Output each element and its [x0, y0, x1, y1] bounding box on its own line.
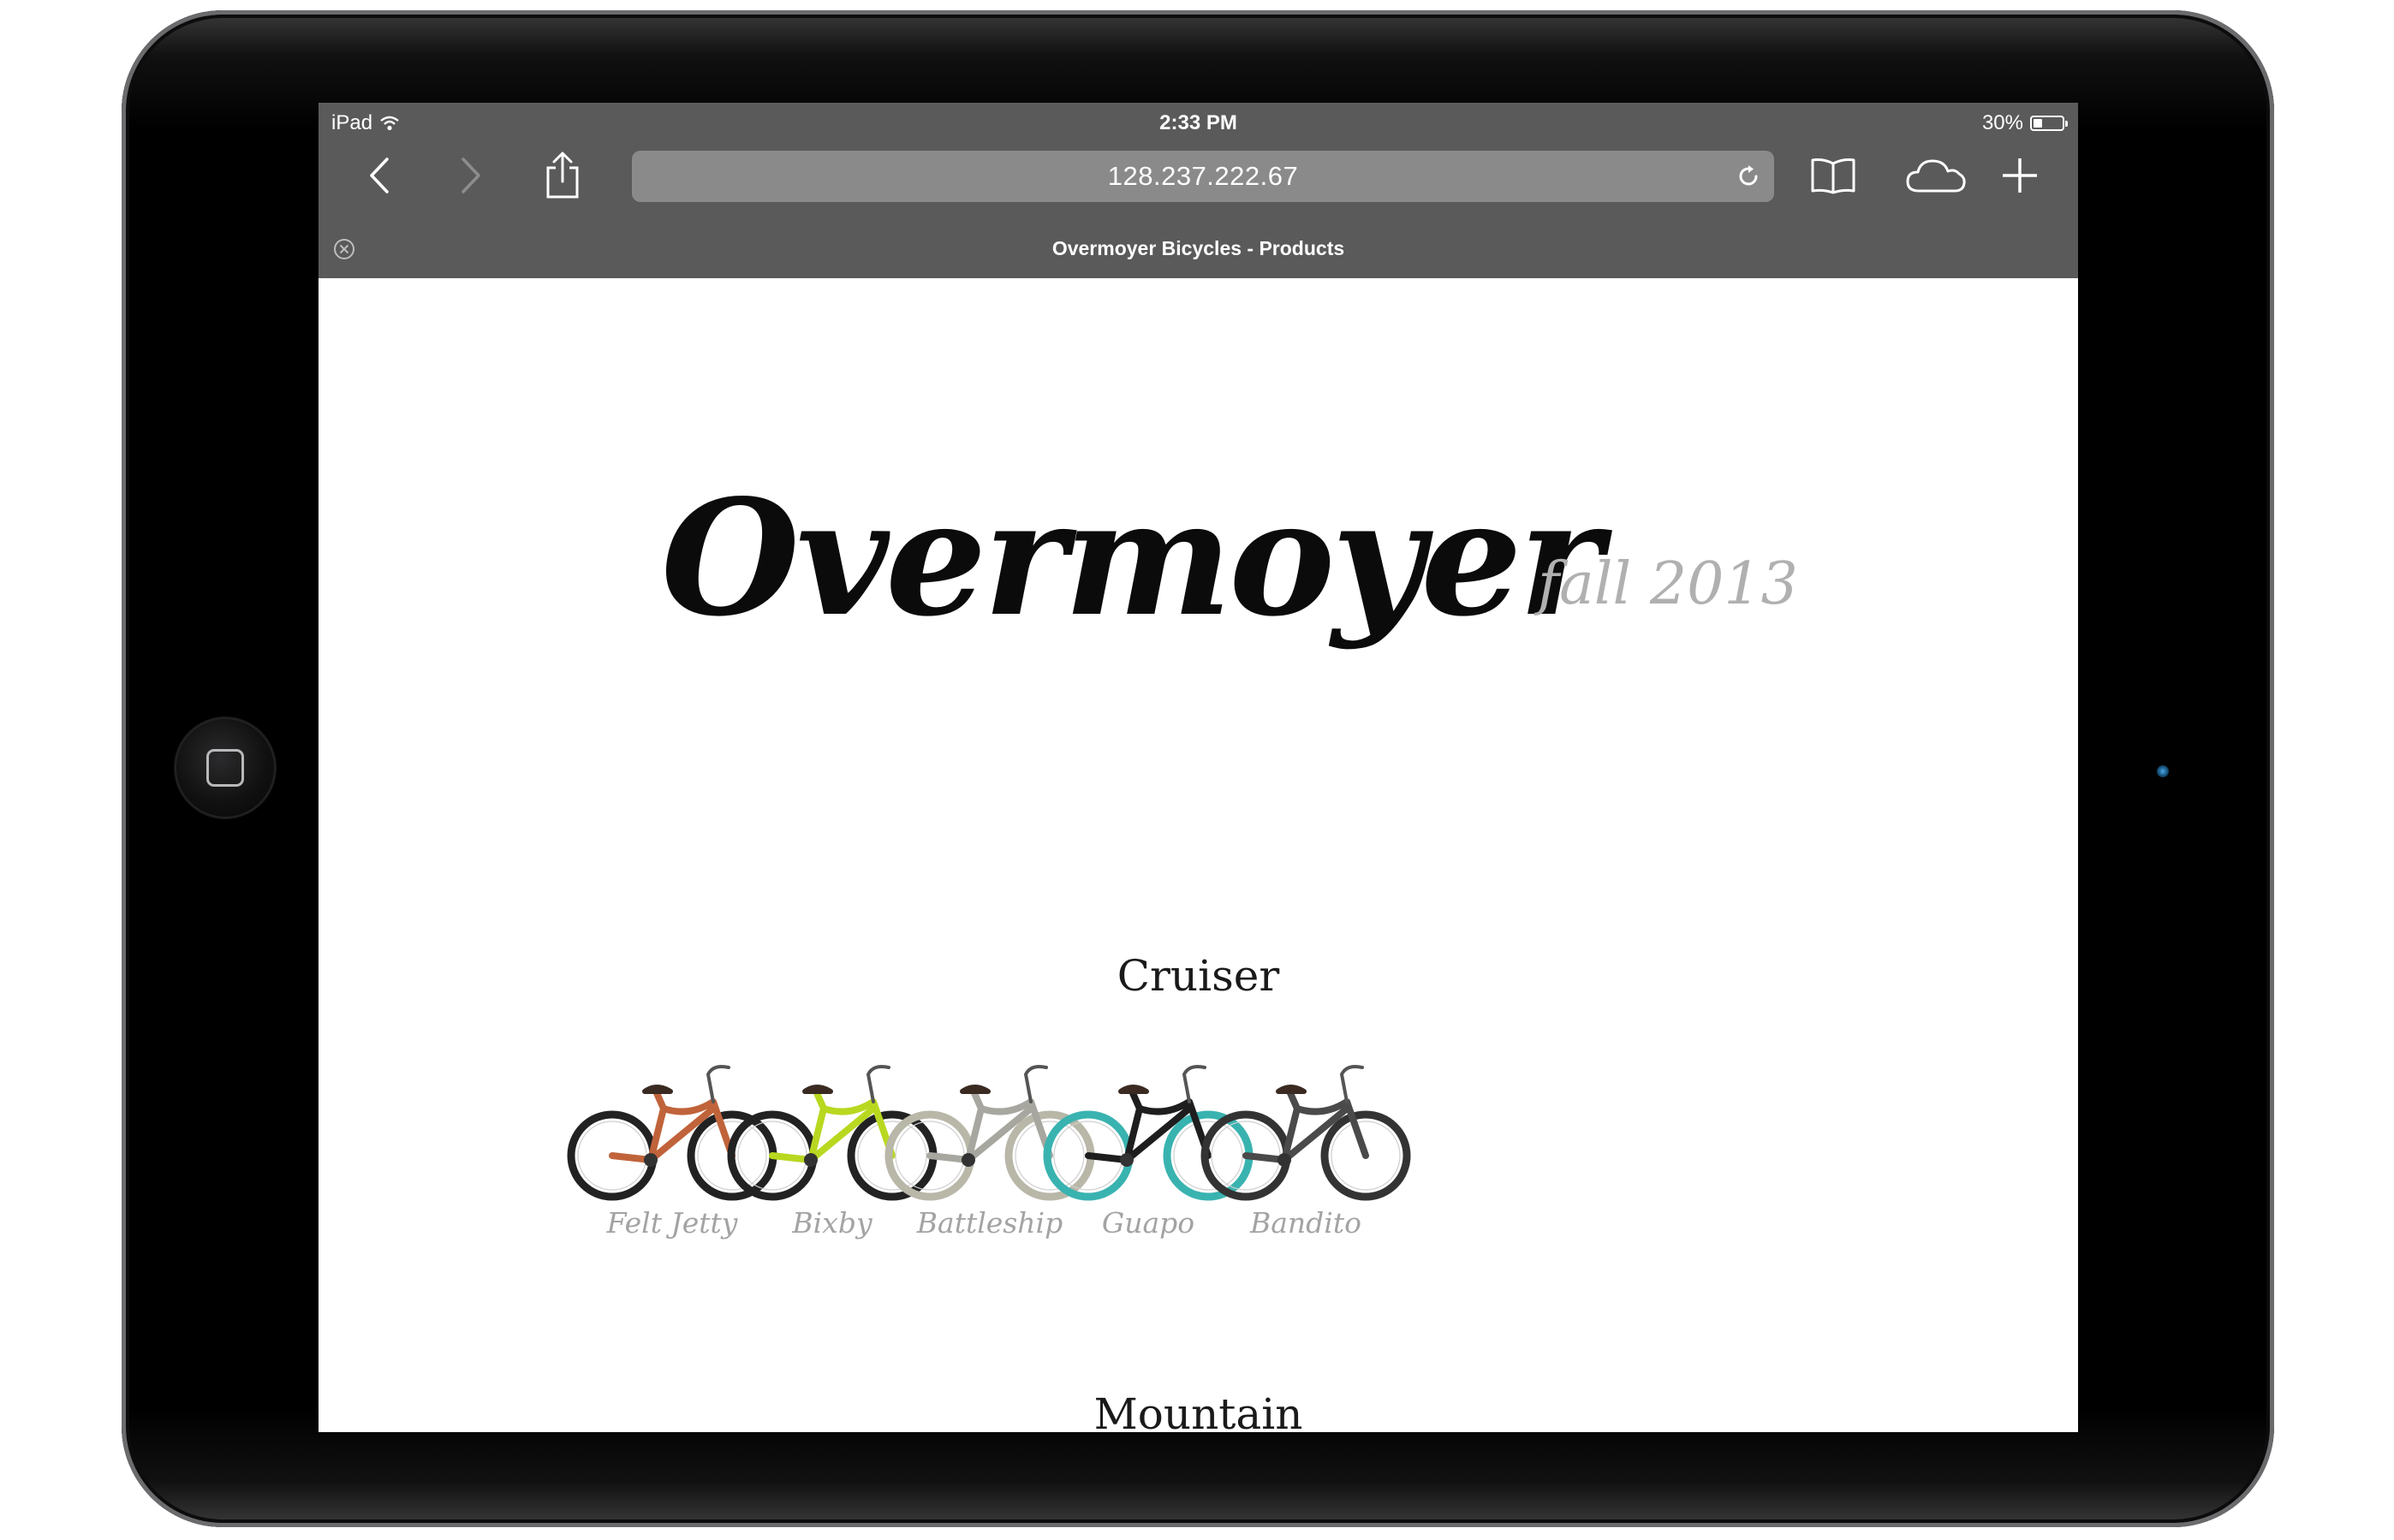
- reload-icon: [1739, 165, 1758, 186]
- status-right: 30%: [1981, 111, 2068, 135]
- share-icon: [546, 152, 579, 199]
- share-button[interactable]: [533, 147, 593, 204]
- battery-fill: [2034, 119, 2042, 128]
- section-title-cruiser: Cruiser: [1117, 951, 1280, 1001]
- new-tab-icon: [2003, 158, 2037, 193]
- icloud-tabs-button[interactable]: [1900, 147, 1972, 204]
- url-text: 128.237.222.67: [1107, 161, 1299, 191]
- bookmarks-icon: [1811, 158, 1855, 194]
- new-tab-button[interactable]: [1990, 147, 2050, 204]
- section-title-mountain: Mountain: [1093, 1389, 1303, 1432]
- bookmarks-button[interactable]: [1803, 147, 1863, 204]
- address-bar[interactable]: 128.237.222.67: [632, 151, 1774, 202]
- status-bar: iPad 2:33 PM 30%: [319, 103, 2078, 134]
- bike-name[interactable]: Bandito: [1186, 1206, 1426, 1240]
- battery-icon: [2030, 116, 2068, 131]
- forward-icon: [462, 158, 480, 193]
- forward-button[interactable]: [441, 147, 501, 204]
- home-button[interactable]: [175, 717, 276, 818]
- icloud-tabs-icon: [1906, 159, 1966, 193]
- battery-percent: 30%: [1981, 111, 2023, 134]
- brand-logo[interactable]: Overmoyer: [661, 479, 1603, 638]
- web-page: Overmoyer fall 2013 Cruiser Felt Jetty Bi…: [319, 278, 2078, 1432]
- front-camera: [2157, 765, 2169, 777]
- bike-image[interactable]: [1194, 1057, 1417, 1203]
- tab-bar: Overmoyer Bicycles - Products: [319, 221, 2078, 278]
- home-button-square-icon: [206, 749, 244, 787]
- back-icon: [370, 158, 389, 193]
- screen: iPad 2:33 PM 30% 128.237.222.67 Overmoye…: [319, 103, 2078, 1432]
- safari-chrome: iPad 2:33 PM 30% 128.237.222.67 Overmoye…: [319, 103, 2078, 278]
- tab-title[interactable]: Overmoyer Bicycles - Products: [319, 237, 2078, 260]
- toolbar: 128.237.222.67: [319, 137, 2078, 214]
- bike-card[interactable]: Bandito: [1186, 1057, 1426, 1240]
- back-button[interactable]: [349, 147, 409, 204]
- season-label: fall 2013: [1538, 550, 1798, 618]
- status-time: 2:33 PM: [1159, 111, 1237, 134]
- reload-button[interactable]: [1733, 161, 1764, 192]
